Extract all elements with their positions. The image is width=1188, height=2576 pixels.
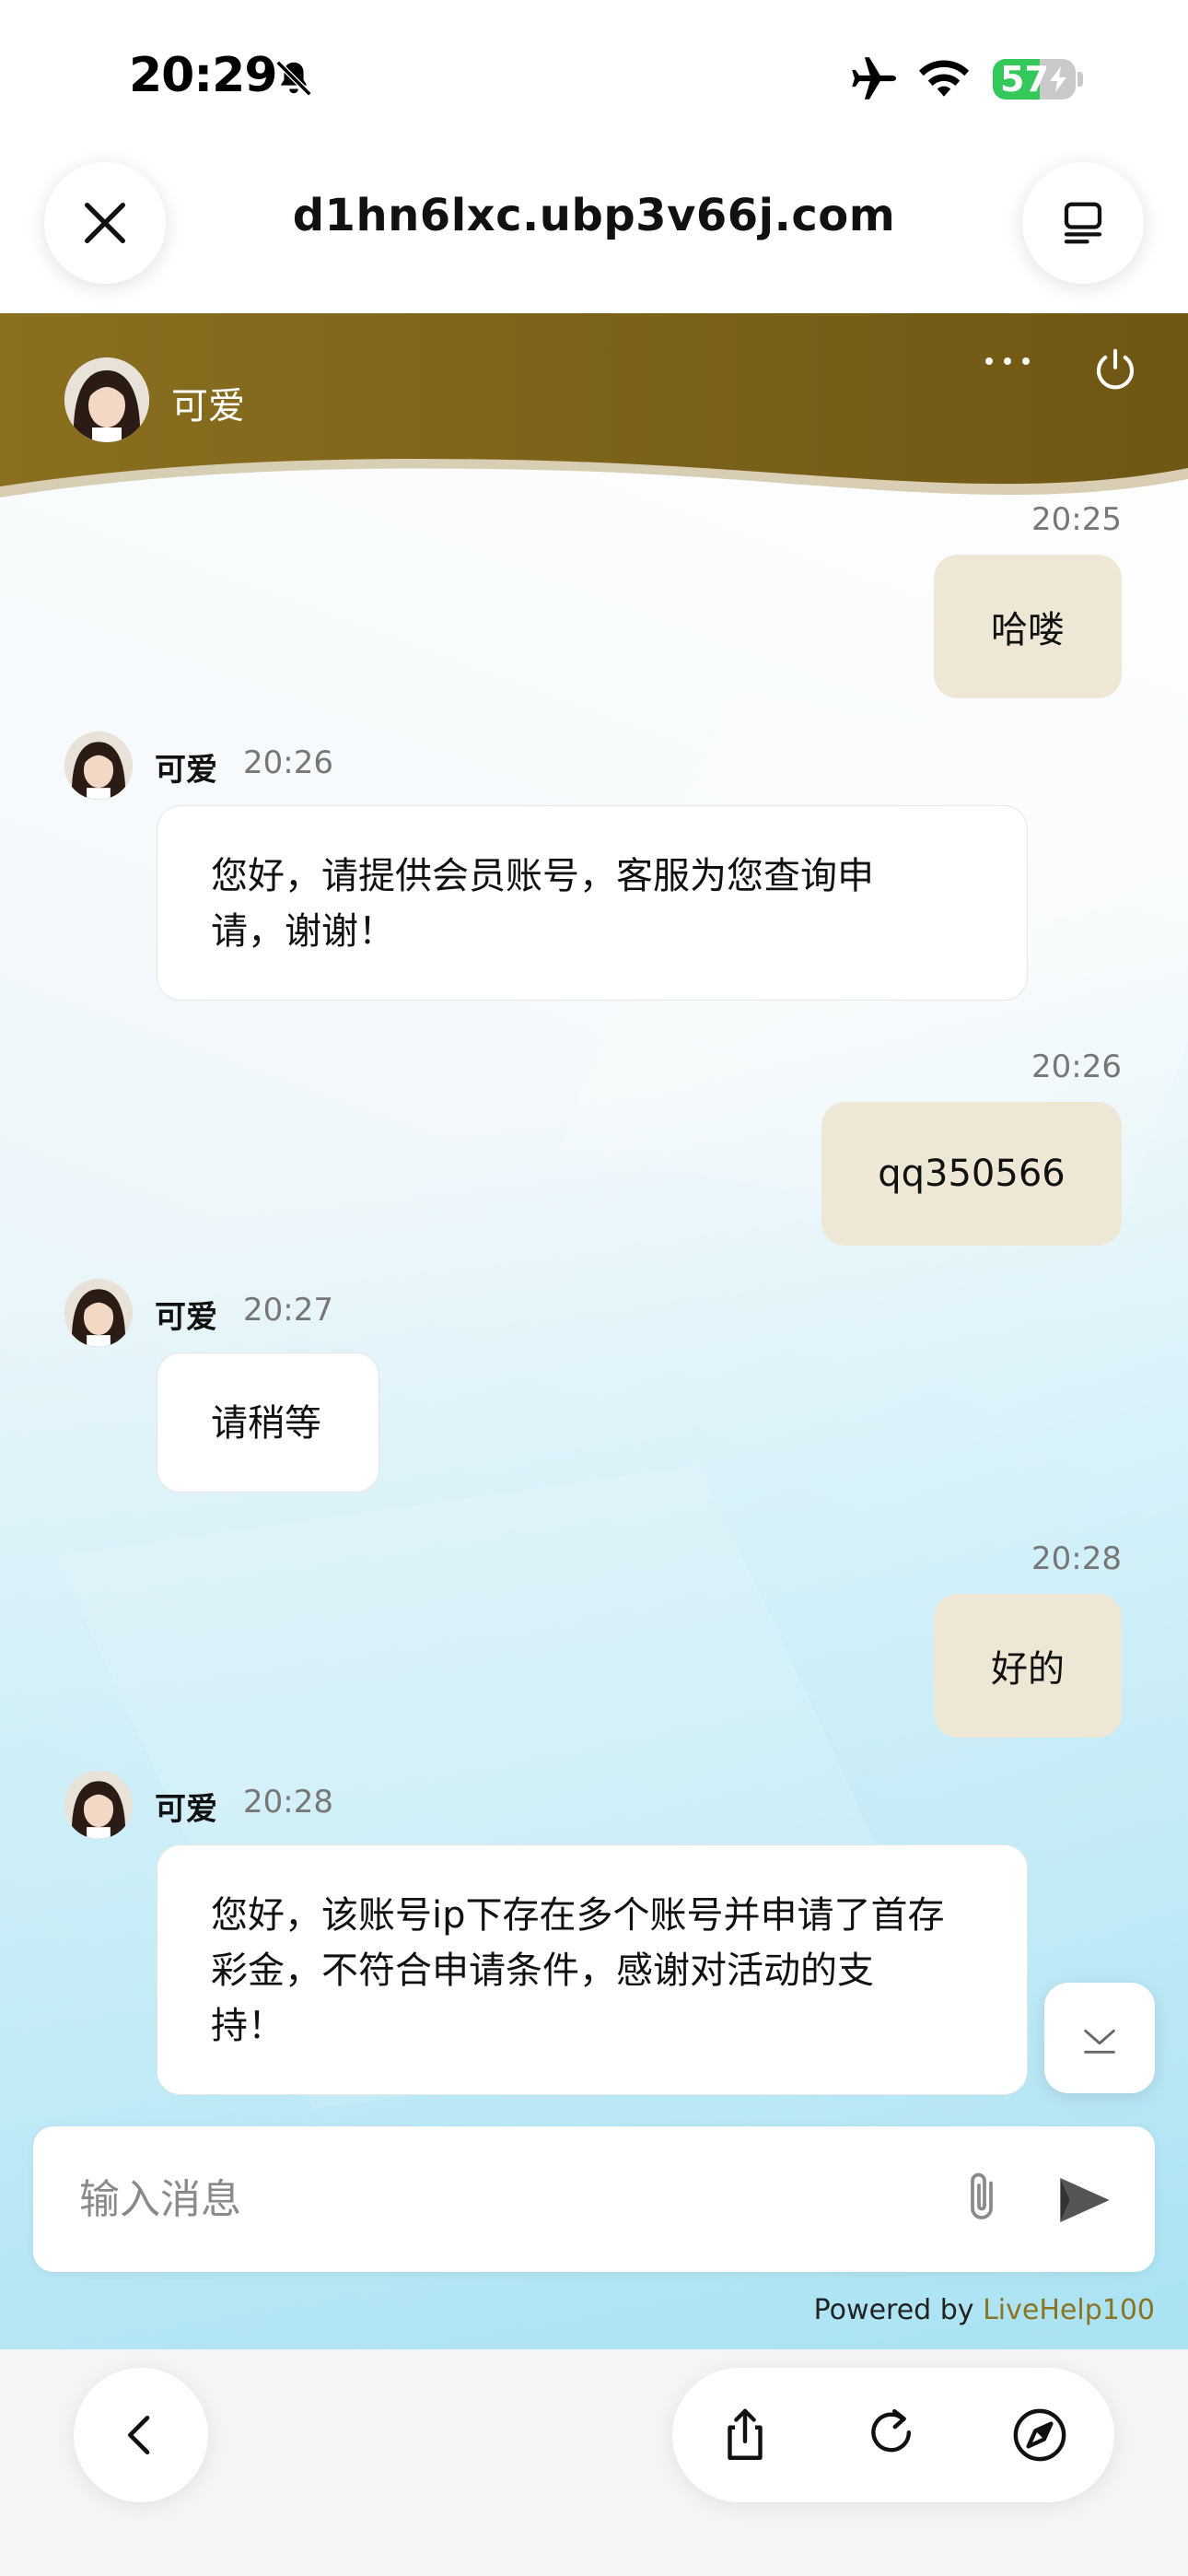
bolt-icon bbox=[1050, 66, 1066, 92]
send-icon[interactable] bbox=[1055, 2172, 1114, 2228]
sender-name: 可爱 bbox=[155, 1791, 217, 1828]
compass-icon[interactable] bbox=[1009, 2405, 1070, 2465]
chevron-down-icon bbox=[1084, 2029, 1115, 2054]
outgoing-message: 好的 bbox=[934, 1594, 1122, 1738]
reload-icon[interactable] bbox=[862, 2405, 923, 2465]
incoming-message: 请稍等 bbox=[157, 1352, 379, 1493]
powered-by-prefix: Powered by bbox=[813, 2294, 984, 2326]
bell-slash-icon bbox=[275, 60, 312, 97]
message-time: 20:28 bbox=[243, 1784, 333, 1821]
scroll-to-bottom-button[interactable] bbox=[1044, 1983, 1155, 2093]
avatar-image bbox=[64, 732, 133, 800]
message-time: 20:27 bbox=[243, 1292, 333, 1329]
message-line: 请稍等 bbox=[211, 1402, 321, 1445]
battery-tip bbox=[1077, 72, 1083, 87]
message-time: 20:26 bbox=[243, 744, 333, 781]
incoming-message: 您好，该账号ip下存在多个账号并申请了首存 彩金，不符合申请条件，感谢对活动的支… bbox=[157, 1844, 1028, 2095]
message-text: 哈喽 bbox=[991, 609, 1065, 651]
message-line: 您好，请提供会员账号，客服为您查询申 bbox=[211, 855, 874, 897]
message-line: 请，谢谢！ bbox=[211, 910, 395, 953]
airplane-icon bbox=[852, 57, 896, 100]
agent-avatar[interactable] bbox=[64, 1279, 133, 1347]
powered-by-brand-link[interactable]: LiveHelp100 bbox=[983, 2294, 1155, 2326]
toolbar-actions bbox=[672, 2368, 1114, 2502]
agent-avatar[interactable] bbox=[64, 732, 133, 800]
powered-by: Powered by LiveHelp100 bbox=[814, 2294, 1155, 2326]
attachment-icon[interactable] bbox=[954, 2169, 1009, 2230]
browser-top-bar: d1hn6lxc.ubp3v66j.com bbox=[0, 147, 1188, 313]
more-icon[interactable] bbox=[982, 352, 1033, 370]
message-text: 好的 bbox=[991, 1648, 1065, 1691]
avatar-image bbox=[64, 1279, 133, 1347]
battery-level: 57 bbox=[1000, 59, 1049, 100]
sender-name: 可爱 bbox=[155, 752, 217, 789]
outgoing-message: qq350566 bbox=[821, 1102, 1122, 1246]
message-text: qq350566 bbox=[878, 1153, 1066, 1195]
agent-avatar[interactable] bbox=[64, 357, 149, 442]
browser-bottom-toolbar bbox=[0, 2349, 1188, 2576]
url-text[interactable]: d1hn6lxc.ubp3v66j.com bbox=[0, 190, 1188, 241]
message-line: 持！ bbox=[211, 2005, 285, 2047]
avatar-image bbox=[64, 1771, 133, 1839]
outgoing-message: 哈喽 bbox=[934, 555, 1122, 698]
tabs-button[interactable] bbox=[1022, 162, 1144, 284]
sender-name: 可爱 bbox=[155, 1299, 217, 1336]
back-icon bbox=[128, 2416, 150, 2454]
avatar-image bbox=[64, 357, 149, 442]
agent-avatar[interactable] bbox=[64, 1771, 133, 1839]
message-time: 20:25 bbox=[1031, 501, 1122, 538]
status-bar: 20:29 57 bbox=[0, 0, 1188, 147]
message-composer bbox=[33, 2126, 1155, 2272]
message-time: 20:26 bbox=[1031, 1048, 1122, 1085]
message-time: 20:28 bbox=[1031, 1540, 1122, 1577]
share-icon[interactable] bbox=[715, 2405, 775, 2465]
message-line: 您好，该账号ip下存在多个账号并申请了首存 bbox=[211, 1894, 945, 1937]
status-time: 20:29 bbox=[129, 48, 278, 103]
back-button[interactable] bbox=[74, 2368, 208, 2502]
wifi-icon bbox=[918, 60, 970, 97]
incoming-message: 您好，请提供会员账号，客服为您查询申 请，谢谢！ bbox=[157, 805, 1028, 1001]
tabs-icon bbox=[1064, 202, 1102, 244]
chat-area[interactable]: 可爱 20:25 哈喽 可爱 20:26 您好，请提供会员账号，客服为您查询申 … bbox=[0, 313, 1188, 2349]
message-line: 彩金，不符合申请条件，感谢对活动的支 bbox=[211, 1950, 874, 1992]
power-icon[interactable] bbox=[1090, 345, 1140, 394]
agent-name: 可爱 bbox=[171, 385, 245, 427]
message-input[interactable] bbox=[79, 2167, 908, 2231]
chat-header: 可爱 bbox=[0, 313, 1188, 507]
battery-charging-icon: 57 bbox=[993, 59, 1076, 100]
